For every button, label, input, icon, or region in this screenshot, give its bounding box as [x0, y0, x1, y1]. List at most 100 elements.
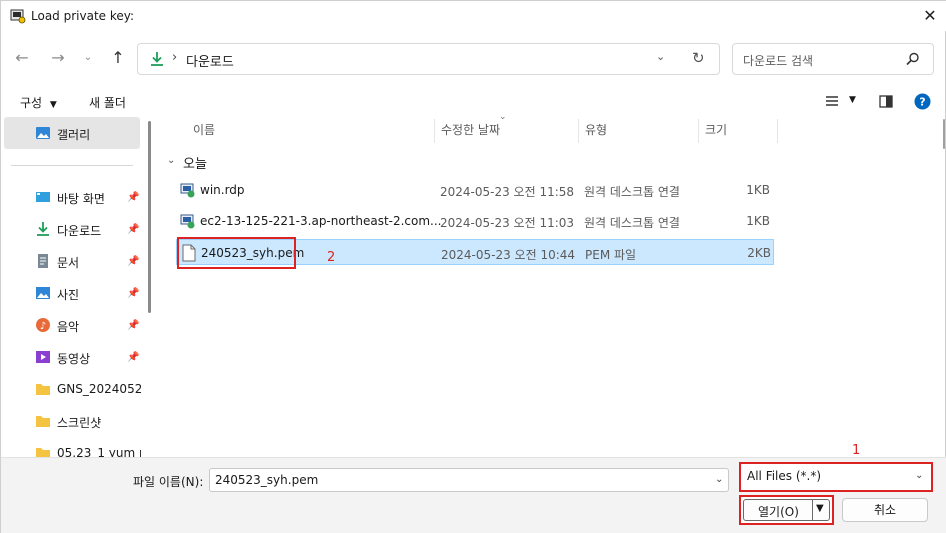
annotation-highlight-box: [177, 237, 296, 269]
window-title: Load private key:: [31, 9, 135, 23]
document-icon: [38, 254, 48, 268]
nav-item-gallery-label: 갤러리: [57, 128, 91, 142]
download-icon: [151, 52, 163, 66]
nav-item-label: 스크린샷: [57, 416, 102, 430]
group-collapse-icon[interactable]: ⌄: [167, 155, 175, 166]
svg-text:♪: ♪: [40, 321, 46, 332]
nav-item-folder[interactable]: GNS_20240522: [29, 377, 141, 401]
search-input[interactable]: 다운로드 검색: [743, 52, 813, 69]
title-bar: Load private key: ✕: [1, 1, 946, 31]
forward-arrow-icon[interactable]: →: [47, 47, 69, 69]
breadcrumb-location[interactable]: 다운로드: [186, 51, 234, 70]
help-icon[interactable]: ?: [914, 93, 931, 110]
file-type: 원격 데스크톱 연결: [584, 185, 680, 199]
nav-item-label: GNS_20240522: [57, 382, 141, 396]
column-divider[interactable]: [698, 119, 699, 143]
cancel-button[interactable]: 취소: [842, 498, 928, 522]
annotation-number: 2: [327, 250, 336, 265]
recent-chevron-down-icon[interactable]: ⌄: [77, 47, 99, 69]
folder-icon: [36, 448, 50, 457]
svg-text:?: ?: [919, 96, 925, 109]
putty-key-icon: [10, 9, 26, 24]
remote-desktop-icon: [180, 183, 195, 198]
chevron-down-icon[interactable]: ⌄: [915, 470, 923, 481]
nav-item-desktop[interactable]: 바탕 화면: [29, 185, 141, 209]
pin-icon[interactable]: 📌: [127, 224, 139, 235]
remote-desktop-icon: [180, 214, 195, 229]
file-date: 2024-05-23 오전 11:58: [440, 185, 575, 199]
open-button[interactable]: 열기(O) ▼: [743, 499, 830, 521]
list-scrollbar[interactable]: [943, 119, 945, 149]
file-size: 2KB: [747, 246, 771, 260]
file-type-value: All Files (*.*): [747, 469, 822, 483]
file-type: 원격 데스크톱 연결: [584, 216, 680, 230]
open-button-highlight: 열기(O) ▼: [739, 495, 834, 525]
group-header: 오늘: [183, 157, 207, 172]
view-options-button[interactable]: ▼: [825, 95, 856, 110]
pin-icon[interactable]: 📌: [127, 352, 139, 363]
nav-item-folder[interactable]: 스크린샷: [29, 409, 141, 433]
search-box[interactable]: 다운로드 검색: [732, 43, 934, 75]
column-divider[interactable]: [578, 119, 579, 143]
filename-input[interactable]: 240523_syh.pem: [215, 473, 318, 487]
nav-item-music[interactable]: ♪ 음악: [29, 313, 141, 337]
list-view-icon: [826, 96, 838, 106]
chevron-down-icon: ▼: [49, 100, 57, 110]
address-dropdown-icon[interactable]: ⌄: [656, 50, 665, 63]
breadcrumb-separator: ›: [172, 50, 178, 65]
column-header-name[interactable]: 이름: [193, 121, 215, 138]
back-arrow-icon[interactable]: ←: [11, 47, 33, 69]
nav-item-documents[interactable]: 문서: [29, 249, 141, 273]
split-divider: [812, 500, 813, 520]
nav-item-gallery[interactable]: 갤러리: [4, 117, 140, 149]
address-bar[interactable]: › 다운로드 ⌄ ↻: [137, 43, 720, 75]
file-date: 2024-05-23 오전 10:44: [441, 248, 576, 262]
folder-icon: [36, 384, 50, 395]
desktop-icon: [36, 192, 50, 202]
filename-field[interactable]: 240523_syh.pem ⌄: [209, 468, 729, 492]
file-size: 1KB: [746, 183, 770, 197]
organize-button[interactable]: 구성 ▼: [20, 94, 57, 111]
dropdown-arrow-icon[interactable]: ▼: [816, 503, 824, 514]
file-row[interactable]: win.rdp 2024-05-23 오전 11:58 원격 데스크톱 연결 1…: [176, 177, 774, 203]
pin-icon[interactable]: 📌: [127, 320, 139, 331]
nav-item-videos[interactable]: 동영상: [29, 345, 141, 369]
preview-pane-icon[interactable]: [879, 95, 893, 108]
pictures-icon: [36, 287, 50, 299]
pin-icon[interactable]: 📌: [127, 192, 139, 203]
file-date: 2024-05-23 오전 11:03: [440, 216, 575, 230]
file-type-filter-highlight: All Files (*.*) ⌄: [739, 462, 933, 492]
new-folder-button[interactable]: 새 폴더: [89, 94, 126, 111]
chevron-down-icon: ▼: [849, 95, 856, 105]
organize-label: 구성: [20, 96, 43, 110]
nav-item-folder[interactable]: 05.23_1 yum re: [29, 441, 141, 457]
download-icon: [37, 222, 49, 236]
column-divider[interactable]: [777, 119, 778, 143]
file-type-select[interactable]: All Files (*.*) ⌄: [743, 466, 929, 488]
column-header-date[interactable]: 수정한 날짜: [441, 121, 500, 138]
nav-item-downloads[interactable]: 다운로드: [29, 217, 141, 241]
music-icon: ♪: [36, 318, 50, 332]
column-header-size[interactable]: 크기: [705, 121, 727, 138]
column-header-type[interactable]: 유형: [585, 121, 607, 138]
video-icon: [36, 351, 50, 363]
nav-item-pictures[interactable]: 사진: [29, 281, 141, 305]
column-divider[interactable]: [434, 119, 435, 143]
up-arrow-icon[interactable]: ↑: [107, 47, 129, 69]
pin-icon[interactable]: 📌: [127, 256, 139, 267]
gallery-icon: [36, 127, 50, 139]
nav-scrollbar[interactable]: [148, 121, 151, 313]
refresh-icon[interactable]: ↻: [692, 49, 705, 67]
folder-icon: [36, 416, 50, 427]
close-icon[interactable]: ✕: [919, 6, 941, 26]
open-button-label: 열기(O): [758, 505, 799, 519]
pin-icon[interactable]: 📌: [127, 288, 139, 299]
chevron-down-icon[interactable]: ⌄: [715, 474, 723, 485]
file-row[interactable]: ec2-13-125-221-3.ap-northeast-2.com... 2…: [176, 208, 774, 234]
open-file-dialog: Load private key: ✕ ← → ⌄ ↑ › 다운로드 ⌄ ↻ 다…: [0, 0, 946, 533]
file-type: PEM 파일: [585, 248, 637, 262]
nav-divider: [11, 165, 133, 166]
search-icon[interactable]: [905, 51, 921, 67]
file-name: ec2-13-125-221-3.ap-northeast-2.com...: [200, 214, 442, 228]
annotation-number: 1: [852, 443, 861, 458]
